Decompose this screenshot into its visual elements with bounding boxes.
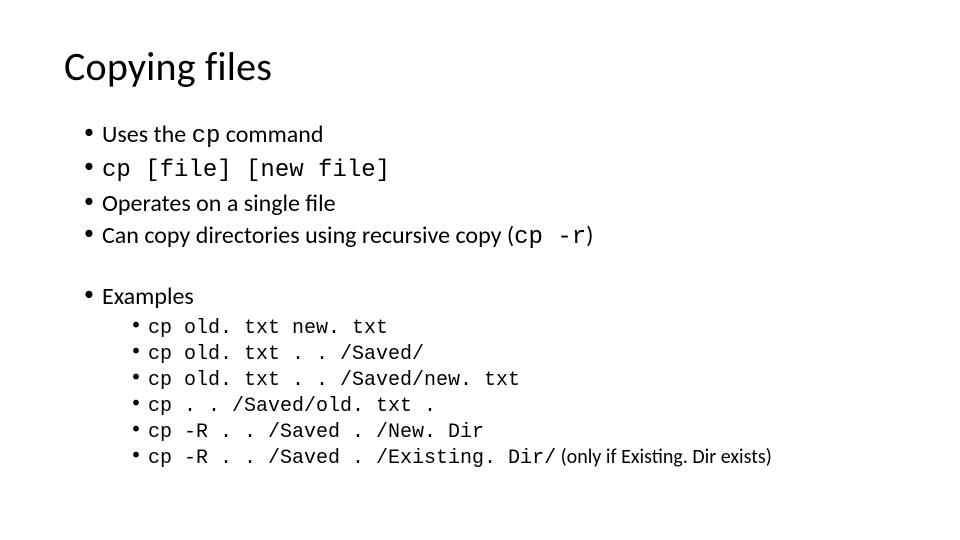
bullet-text: Examples bbox=[102, 282, 194, 311]
bullet-list-main: Uses the cp command cp [file] [new file]… bbox=[64, 119, 896, 255]
code-line: cp old. txt new. txt bbox=[148, 317, 388, 340]
bullet-uses-cp: Uses the cp command bbox=[84, 119, 896, 153]
code-line: cp . . /Saved/old. txt . bbox=[148, 395, 436, 418]
spacer bbox=[64, 255, 896, 281]
bullet-text: Uses the bbox=[102, 120, 192, 149]
bullet-single-file: Operates on a single file bbox=[84, 188, 896, 220]
bullet-text: Operates on a single file bbox=[102, 189, 336, 218]
bullet-text: Can copy directories using recursive cop… bbox=[102, 221, 514, 250]
code-line: cp -R . . /Saved . /Existing. Dir/ bbox=[148, 447, 556, 470]
code-line: cp old. txt . . /Saved/new. txt bbox=[148, 369, 520, 392]
bullet-cp-syntax: cp [file] [new file] bbox=[84, 153, 896, 187]
example-item: cp -R . . /Saved . /Existing. Dir/ (only… bbox=[132, 445, 896, 471]
slide: Copying files Uses the cp command cp [fi… bbox=[0, 0, 960, 540]
example-item: cp . . /Saved/old. txt . bbox=[132, 393, 896, 419]
code-line: cp old. txt . . /Saved/ bbox=[148, 343, 424, 366]
example-item: cp old. txt new. txt bbox=[132, 315, 896, 341]
code-inline: cp -r bbox=[514, 224, 586, 251]
code-inline: cp [file] [new file] bbox=[102, 157, 390, 184]
example-item: cp old. txt . . /Saved/ bbox=[132, 341, 896, 367]
code-line: cp -R . . /Saved . /New. Dir bbox=[148, 421, 484, 444]
bullet-examples: Examples cp old. txt new. txt cp old. tx… bbox=[84, 281, 896, 471]
bullet-list-examples: Examples cp old. txt new. txt cp old. tx… bbox=[64, 281, 896, 471]
example-note: (only if Existing. Dir exists) bbox=[556, 445, 772, 469]
example-item: cp old. txt . . /Saved/new. txt bbox=[132, 367, 896, 393]
bullet-text: command bbox=[220, 120, 323, 149]
slide-title: Copying files bbox=[64, 42, 896, 91]
example-item: cp -R . . /Saved . /New. Dir bbox=[132, 419, 896, 445]
bullet-text: ) bbox=[586, 221, 593, 250]
code-inline: cp bbox=[192, 123, 221, 150]
bullet-recursive: Can copy directories using recursive cop… bbox=[84, 220, 896, 254]
examples-sublist: cp old. txt new. txt cp old. txt . . /Sa… bbox=[102, 315, 896, 471]
